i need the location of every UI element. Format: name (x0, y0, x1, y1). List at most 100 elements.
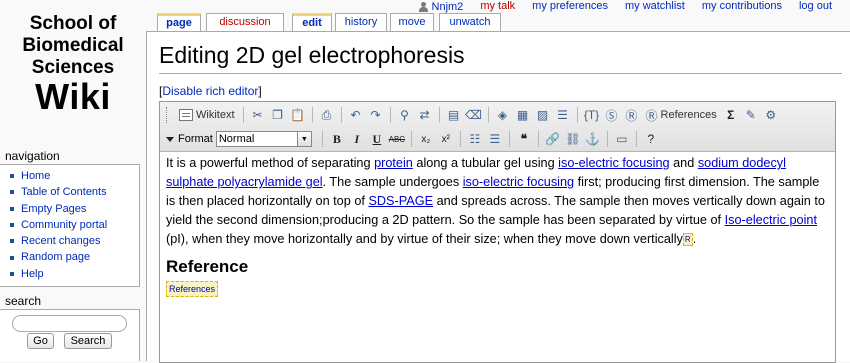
category-icon[interactable]: ⚙ (762, 106, 780, 124)
toolbar-separator (508, 131, 510, 147)
format-select[interactable]: Normal ▼ (215, 131, 312, 147)
editor-body[interactable]: It is a powerful method of separating pr… (166, 154, 829, 362)
search-title: search (5, 294, 42, 308)
source-view-icon[interactable]: ▭ (613, 130, 631, 148)
find-icon[interactable]: ⚲ (396, 106, 414, 124)
my-watchlist-link[interactable]: my watchlist (625, 0, 685, 14)
toolbar-separator (389, 107, 391, 123)
wikitext-button[interactable]: Wikitext (176, 106, 238, 124)
tab-edit[interactable]: edit (292, 13, 332, 31)
my-contributions-link[interactable]: my contributions (702, 0, 782, 14)
user-link[interactable]: Nnjm2 (418, 0, 464, 14)
numbered-list-icon[interactable]: ☷ (466, 130, 484, 148)
search-input[interactable] (12, 315, 127, 332)
bold-icon[interactable]: B (328, 130, 346, 148)
nav-item-community-portal[interactable]: Community portal (10, 217, 139, 233)
personal-tools: Nnjm2 my talk my preferences my watchlis… (418, 0, 832, 14)
nav-item-label: Table of Contents (21, 186, 107, 199)
blockquote-icon[interactable]: ❝ (515, 130, 533, 148)
text-run: . The sample undergoes (322, 175, 463, 189)
toolbar-separator (606, 131, 608, 147)
rich-editor: Wikitext ✂ ❐ 📋 ⎙ ↶ ↷ ⚲ ⇄ ▤ ⌫ ◈ ▦ ▨ ☰ {T}… (159, 101, 836, 363)
article-paragraph: It is a powerful method of separating pr… (166, 154, 829, 249)
bulleted-list-icon[interactable]: ☰ (486, 130, 504, 148)
print-icon[interactable]: ⎙ (318, 106, 336, 124)
search-button[interactable]: Search (64, 333, 112, 349)
my-talk-link[interactable]: my talk (480, 0, 515, 14)
collapse-toolbar-icon[interactable] (166, 136, 174, 142)
redo-icon[interactable]: ↷ (367, 106, 385, 124)
references-button[interactable]: Ⓡ References (643, 106, 720, 124)
strikethrough-icon[interactable]: ABC (388, 130, 406, 148)
nav-item-help[interactable]: Help (10, 266, 139, 282)
italic-icon[interactable]: I (348, 130, 366, 148)
toolbar-separator (487, 107, 489, 123)
superscript-icon[interactable]: x² (437, 130, 455, 148)
nav-item-label: Home (21, 170, 51, 182)
site-logo[interactable]: School of Biomedical Sciences Wiki (8, 14, 138, 115)
toolbar-separator (311, 107, 313, 123)
logo-line: School of (29, 13, 117, 34)
link-iso-electric-focusing[interactable]: iso-electric focusing (463, 175, 574, 189)
heading-divider (159, 73, 842, 74)
tab-page[interactable]: page (157, 13, 201, 31)
toolbar-separator (438, 107, 440, 123)
nav-item-empty-pages[interactable]: Empty Pages (10, 201, 139, 217)
table-icon[interactable]: ▦ (514, 106, 532, 124)
user-name: Nnjm2 (431, 1, 464, 13)
nav-item-label: Empty Pages (21, 202, 87, 215)
tab-move[interactable]: move (390, 13, 434, 31)
special-page-icon[interactable]: Ⓢ (603, 106, 621, 124)
source-icon[interactable]: ✎ (742, 106, 760, 124)
bullet-icon (10, 271, 14, 276)
object-icon[interactable]: ◈ (494, 106, 512, 124)
undo-icon[interactable]: ↶ (347, 106, 365, 124)
copy-icon[interactable]: ❐ (269, 106, 287, 124)
text-run: along a tubular gel using (412, 156, 559, 170)
horizontal-rule-icon[interactable]: ☰ (554, 106, 572, 124)
nav-item-home[interactable]: Home (10, 168, 139, 184)
nav-item-recent-changes[interactable]: Recent changes (10, 233, 139, 249)
cut-icon[interactable]: ✂ (249, 106, 267, 124)
bullet-icon (10, 190, 14, 195)
subscript-icon[interactable]: x₂ (417, 130, 435, 148)
go-button[interactable]: Go (27, 333, 54, 349)
replace-icon[interactable]: ⇄ (416, 106, 434, 124)
toolbar-separator (537, 131, 539, 147)
remove-format-icon[interactable]: ⌫ (465, 106, 483, 124)
template-icon[interactable]: {T} (583, 106, 601, 124)
ref-marker[interactable]: R (682, 233, 693, 247)
my-preferences-link[interactable]: my preferences (532, 0, 608, 14)
link-iso-electric-focusing[interactable]: iso-electric focusing (558, 156, 669, 170)
select-all-icon[interactable]: ▤ (445, 106, 463, 124)
toolbar-separator (576, 107, 578, 123)
disable-rich-editor-line: [Disable rich editor] (159, 84, 262, 98)
tab-history[interactable]: history (335, 13, 387, 31)
references-icon: Ⓡ (645, 108, 658, 123)
editor-toolbar: Wikitext ✂ ❐ 📋 ⎙ ↶ ↷ ⚲ ⇄ ▤ ⌫ ◈ ▦ ▨ ☰ {T}… (160, 102, 835, 152)
help-icon[interactable]: ? (642, 130, 660, 148)
tab-discussion[interactable]: discussion (206, 13, 284, 31)
link-icon[interactable]: 🔗 (544, 130, 562, 148)
references-label: References (660, 109, 717, 121)
ref-icon[interactable]: Ⓡ (623, 106, 641, 124)
underline-icon[interactable]: U (368, 130, 386, 148)
unlink-icon[interactable]: ⛓ (564, 130, 582, 148)
link-protein[interactable]: protein (374, 156, 413, 170)
signature-icon[interactable]: Σ (722, 106, 740, 124)
bullet-icon (10, 239, 14, 244)
references-marker[interactable]: References (166, 280, 219, 297)
anchor-icon[interactable]: ⚓ (584, 130, 602, 148)
log-out-link[interactable]: log out (799, 0, 832, 14)
nav-item-table-of-contents[interactable]: Table of Contents (10, 184, 139, 200)
link-sds-page[interactable]: SDS-PAGE (368, 194, 433, 208)
text-run: and (669, 156, 698, 170)
paste-icon[interactable]: 📋 (289, 106, 307, 124)
bullet-icon (10, 206, 14, 211)
nav-item-random-page[interactable]: Random page (10, 249, 139, 265)
image-icon[interactable]: ▨ (534, 106, 552, 124)
search-portlet: Go Search (0, 309, 140, 361)
link-iso-electric-point[interactable]: Iso-electric point (725, 213, 817, 227)
disable-rich-editor-link[interactable]: Disable rich editor (162, 84, 258, 98)
tab-unwatch[interactable]: unwatch (439, 13, 501, 31)
